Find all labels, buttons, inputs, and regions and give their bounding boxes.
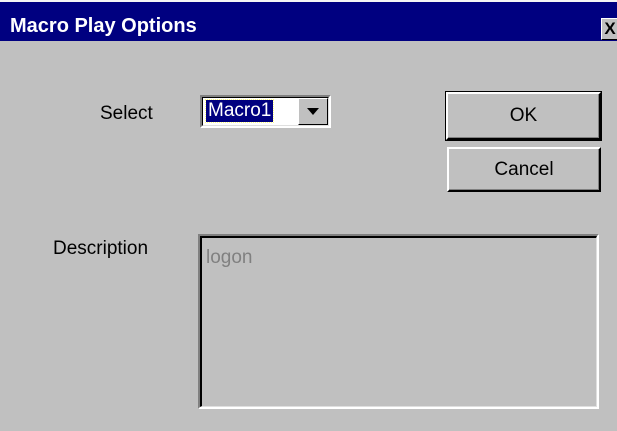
window-title: Macro Play Options	[10, 15, 197, 37]
dropdown-button[interactable]	[298, 98, 328, 125]
description-field-frame: logon	[200, 236, 597, 407]
macro-select-frame: Macro1	[202, 97, 329, 126]
close-button[interactable]: X	[601, 18, 617, 40]
description-field[interactable]: logon	[198, 234, 599, 409]
macro-select-dropdown[interactable]: Macro1	[200, 95, 331, 128]
description-label: Description	[53, 238, 149, 259]
select-label: Select	[100, 103, 153, 124]
description-value: logon	[206, 247, 253, 268]
cancel-button[interactable]: Cancel	[447, 147, 601, 192]
ok-button[interactable]: OK	[445, 91, 602, 141]
cancel-button-label: Cancel	[494, 159, 554, 180]
chevron-down-icon	[307, 108, 319, 115]
macro-select-value[interactable]: Macro1	[204, 99, 275, 123]
macro-play-options-dialog: Macro Play Options X Select Macro1 OK Ca…	[0, 0, 617, 431]
close-icon: X	[604, 19, 616, 38]
title-bar[interactable]: Macro Play Options X	[0, 0, 617, 41]
ok-button-label: OK	[509, 105, 538, 126]
